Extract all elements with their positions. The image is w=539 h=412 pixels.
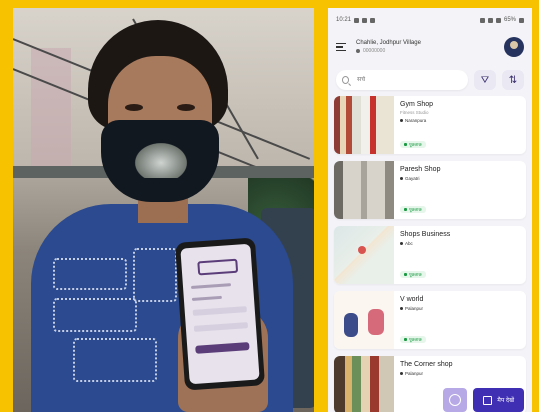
shop-thumbnail xyxy=(334,291,394,349)
held-phone-screen xyxy=(180,243,260,385)
mask-print xyxy=(131,140,191,178)
location-pin-icon xyxy=(400,119,403,122)
location-pin-icon xyxy=(400,372,403,375)
battery-level: 65% xyxy=(503,17,516,23)
wifi-icon xyxy=(487,17,493,23)
shop-info: Gym Shop Fitness Studio Naranpura पूछताछ xyxy=(394,96,526,154)
shop-location-label: Gayatri xyxy=(405,176,420,181)
screen-input-line xyxy=(192,306,247,316)
location-code: 00000000 xyxy=(363,48,386,54)
inquiry-button[interactable]: पूछताछ xyxy=(400,336,426,343)
shop-location-label: Palanpur xyxy=(405,371,424,376)
inquiry-button[interactable]: पूछताछ xyxy=(400,141,426,148)
held-smartphone xyxy=(174,237,266,391)
location-pin-icon xyxy=(356,49,360,53)
app-logo-icon xyxy=(197,258,239,276)
shop-list: Gym Shop Fitness Studio Naranpura पूछताछ… xyxy=(328,96,532,412)
inquiry-label: पूछताछ xyxy=(409,206,422,212)
sort-button[interactable]: ⇅ xyxy=(502,70,524,90)
screen-login-button xyxy=(195,342,250,354)
inquiry-button[interactable]: पूछताछ xyxy=(400,271,426,278)
location-pin-icon xyxy=(400,307,403,310)
shop-info: V world Palanpur पूछताछ xyxy=(394,291,526,349)
kurta-embroidery xyxy=(73,338,157,382)
status-bar: 10:21 65% xyxy=(328,8,532,32)
shop-location: Naranpura xyxy=(400,118,520,123)
menu-icon[interactable] xyxy=(336,42,346,52)
shop-name: The Corner shop xyxy=(400,361,453,368)
status-right: 65% xyxy=(479,17,524,23)
shop-location: Abc xyxy=(400,241,520,246)
background-pillar xyxy=(31,48,71,168)
alarm-icon xyxy=(479,17,485,23)
shop-name: Gym Shop xyxy=(400,101,434,108)
kurta-embroidery xyxy=(133,248,177,302)
search-input[interactable] xyxy=(355,76,462,84)
search-icon xyxy=(342,76,350,84)
shop-location-label: Palanpur xyxy=(405,306,424,311)
person-eye xyxy=(125,104,143,111)
shop-location: Gayatri xyxy=(400,176,520,181)
message-icon xyxy=(362,17,368,23)
shop-card[interactable]: Shops Business Abc पूछताछ xyxy=(334,226,526,284)
signal-icon xyxy=(495,17,501,23)
inquiry-label: पूछताछ xyxy=(409,271,422,277)
shop-location: Palanpur xyxy=(400,306,520,311)
filter-button[interactable]: ⛛ xyxy=(474,70,496,90)
shop-card[interactable]: Paresh Shop Gayatri पूछताछ xyxy=(334,161,526,219)
shop-info: Shops Business Abc पूछताछ xyxy=(394,226,526,284)
shop-card[interactable]: Gym Shop Fitness Studio Naranpura पूछताछ xyxy=(334,96,526,154)
floating-actions: मैप देखें xyxy=(328,388,532,412)
inquiry-label: पूछताछ xyxy=(409,336,422,342)
shop-info: Paresh Shop Gayatri पूछताछ xyxy=(394,161,526,219)
status-left: 10:21 xyxy=(336,17,376,23)
photo-woman-holding-phone xyxy=(13,8,314,412)
current-location[interactable]: Chahlie, Jodhpur Village 00000000 xyxy=(356,40,494,54)
shop-meta: Fitness Studio xyxy=(400,110,429,115)
view-map-button[interactable]: मैप देखें xyxy=(473,388,524,412)
shop-name: V world xyxy=(400,296,424,303)
location-pin-icon xyxy=(400,177,403,180)
power-button[interactable] xyxy=(443,388,468,412)
screen-text-line xyxy=(191,295,222,301)
avatar[interactable] xyxy=(504,37,524,57)
filter-icon: ⛛ xyxy=(480,74,490,86)
person-eye xyxy=(177,104,195,111)
screen-text-line xyxy=(190,283,232,289)
phone-icon xyxy=(404,143,407,146)
phone-icon xyxy=(404,208,407,211)
location-pin-icon xyxy=(400,242,403,245)
battery-icon xyxy=(519,17,524,23)
kurta-embroidery xyxy=(53,298,137,332)
gallery-icon xyxy=(370,17,376,23)
shop-name: Shops Business xyxy=(400,231,451,238)
shop-location-label: Abc xyxy=(405,241,413,246)
shop-location: Palanpur xyxy=(400,371,520,376)
map-icon xyxy=(483,395,493,405)
search-row: ⛛ ⇅ xyxy=(328,62,532,96)
search-bar[interactable] xyxy=(336,70,468,90)
phone-icon xyxy=(404,273,407,276)
inquiry-button[interactable]: पूछताछ xyxy=(400,206,426,213)
shop-card[interactable]: V world Palanpur पूछताछ xyxy=(334,291,526,349)
inquiry-label: पूछताछ xyxy=(409,141,422,147)
view-map-label: मैप देखें xyxy=(497,398,514,404)
shop-thumbnail xyxy=(334,96,394,154)
location-subtitle: 00000000 xyxy=(356,48,494,54)
app-screenshot: 10:21 65% Chahlie, Jodhpur Village 00000… xyxy=(328,8,532,412)
shop-location-label: Naranpura xyxy=(405,118,427,123)
kurta-embroidery xyxy=(53,258,127,290)
shop-name: Paresh Shop xyxy=(400,166,441,173)
app-header: Chahlie, Jodhpur Village 00000000 xyxy=(328,32,532,62)
phone-icon xyxy=(404,338,407,341)
shop-thumbnail xyxy=(334,161,394,219)
location-title: Chahlie, Jodhpur Village xyxy=(356,40,421,46)
shop-thumbnail xyxy=(334,226,394,284)
power-icon xyxy=(449,394,462,406)
status-time: 10:21 xyxy=(336,17,352,23)
sort-icon: ⇅ xyxy=(508,74,518,86)
screen-input-line xyxy=(193,322,249,332)
whatsapp-icon xyxy=(354,17,360,23)
